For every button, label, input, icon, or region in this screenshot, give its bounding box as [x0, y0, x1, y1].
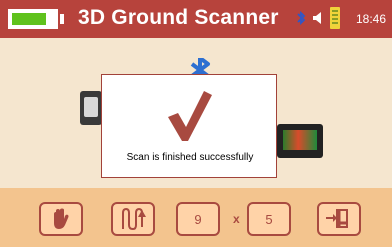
checkmark-icon: [168, 91, 212, 141]
bluetooth-icon: [297, 10, 306, 26]
clock-time: 18:46: [355, 12, 386, 26]
scan-complete-dialog: Scan is finished successfully: [101, 74, 277, 178]
speaker-icon: [313, 12, 321, 24]
hand-mode-button[interactable]: [39, 202, 83, 236]
hand-icon: [54, 208, 69, 229]
corner-arrow-icon: [326, 209, 348, 228]
lines-count-field[interactable]: 9: [176, 202, 220, 236]
zigzag-path-icon: [122, 207, 146, 231]
steps-count-value: 5: [265, 211, 273, 227]
battery-icon: [8, 9, 58, 29]
dimension-separator: x: [233, 212, 240, 226]
scanner-device-icon: [80, 91, 102, 125]
lines-count-value: 9: [194, 211, 202, 227]
signal-icon: [330, 7, 340, 29]
battery-tip: [60, 14, 64, 24]
zigzag-mode-button[interactable]: [111, 202, 155, 236]
tablet-display-icon: [277, 124, 323, 158]
top-status-bar: 3D Ground Scanner 18:46: [0, 0, 392, 38]
dialog-message: Scan is finished successfully: [126, 152, 254, 163]
steps-count-field[interactable]: 5: [247, 202, 291, 236]
app-title: 3D Ground Scanner: [78, 6, 279, 29]
start-corner-button[interactable]: [317, 202, 361, 236]
